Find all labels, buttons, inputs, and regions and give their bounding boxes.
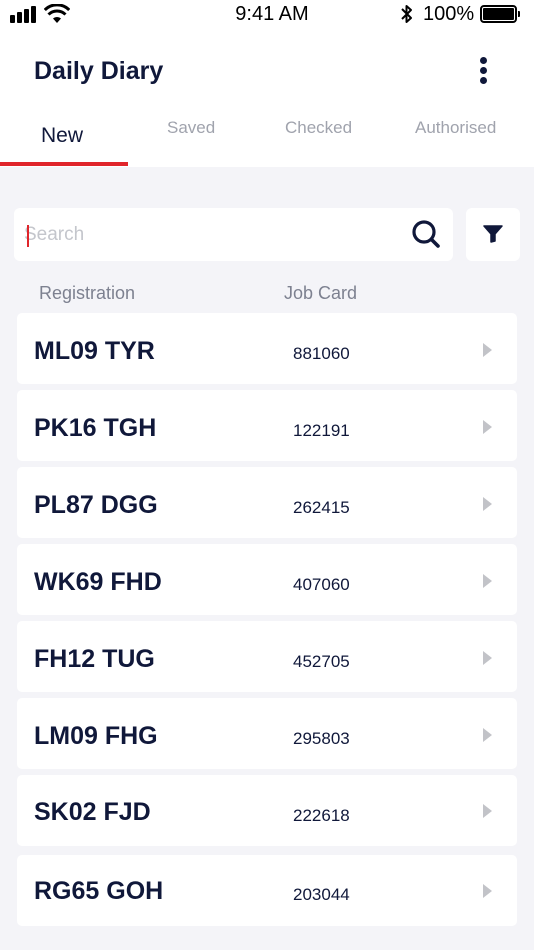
list-item[interactable]: SK02 FJD 222618: [17, 775, 517, 846]
search-input[interactable]: [24, 220, 404, 250]
chevron-right-icon: [483, 651, 492, 665]
list-item[interactable]: FH12 TUG 452705: [17, 621, 517, 692]
chevron-right-icon: [483, 804, 492, 818]
bluetooth-icon: [401, 5, 412, 23]
job-card-value: 122191: [293, 421, 350, 440]
job-card-value: 222618: [293, 806, 350, 825]
registration-value: WK69 FHD: [34, 568, 162, 596]
text-cursor: [27, 225, 29, 247]
registration-value: SK02 FJD: [34, 798, 151, 826]
job-card-value: 295803: [293, 729, 350, 748]
chevron-right-icon: [483, 884, 492, 898]
column-header-registration: Registration: [39, 283, 136, 303]
column-header-job-card: Job Card: [284, 283, 358, 303]
tab-saved[interactable]: Saved: [167, 118, 215, 167]
list-item[interactable]: LM09 FHG 295803: [17, 698, 517, 769]
tab-authorised[interactable]: Authorised: [415, 118, 496, 167]
filter-icon: [483, 225, 503, 243]
search-icon[interactable]: [411, 219, 441, 249]
registration-value: RG65 GOH: [34, 877, 164, 905]
list-item[interactable]: WK69 FHD 407060: [17, 544, 517, 615]
more-vertical-icon[interactable]: [472, 55, 496, 87]
list-item[interactable]: PK16 TGH 122191: [17, 390, 517, 461]
registration-value: LM09 FHG: [34, 722, 158, 750]
registration-value: FH12 TUG: [34, 645, 155, 673]
job-card-value: 881060: [293, 344, 350, 363]
registration-value: PL87 DGG: [34, 491, 158, 519]
filter-button[interactable]: [466, 208, 520, 261]
list-item[interactable]: PL87 DGG 262415: [17, 467, 517, 538]
job-card-value: 203044: [293, 885, 350, 904]
registration-value: PK16 TGH: [34, 414, 157, 442]
chevron-right-icon: [483, 728, 492, 742]
page-title: Daily Diary: [34, 57, 164, 85]
battery-percent: 100%: [423, 3, 475, 25]
list-item[interactable]: ML09 TYR 881060: [17, 313, 517, 384]
chevron-right-icon: [483, 497, 492, 511]
tab-checked[interactable]: Checked: [285, 118, 352, 167]
job-card-value: 452705: [293, 652, 350, 671]
active-tab-indicator: [0, 162, 128, 166]
search-bar: [14, 208, 453, 261]
chevron-right-icon: [483, 574, 492, 588]
battery-icon: [480, 5, 520, 23]
status-bar: 9:41 AM 100%: [0, 0, 534, 30]
registration-value: ML09 TYR: [34, 337, 155, 365]
chevron-right-icon: [483, 420, 492, 434]
job-card-value: 407060: [293, 575, 350, 594]
chevron-right-icon: [483, 343, 492, 357]
job-card-value: 262415: [293, 498, 350, 517]
list-item[interactable]: RG65 GOH 203044: [17, 855, 517, 926]
